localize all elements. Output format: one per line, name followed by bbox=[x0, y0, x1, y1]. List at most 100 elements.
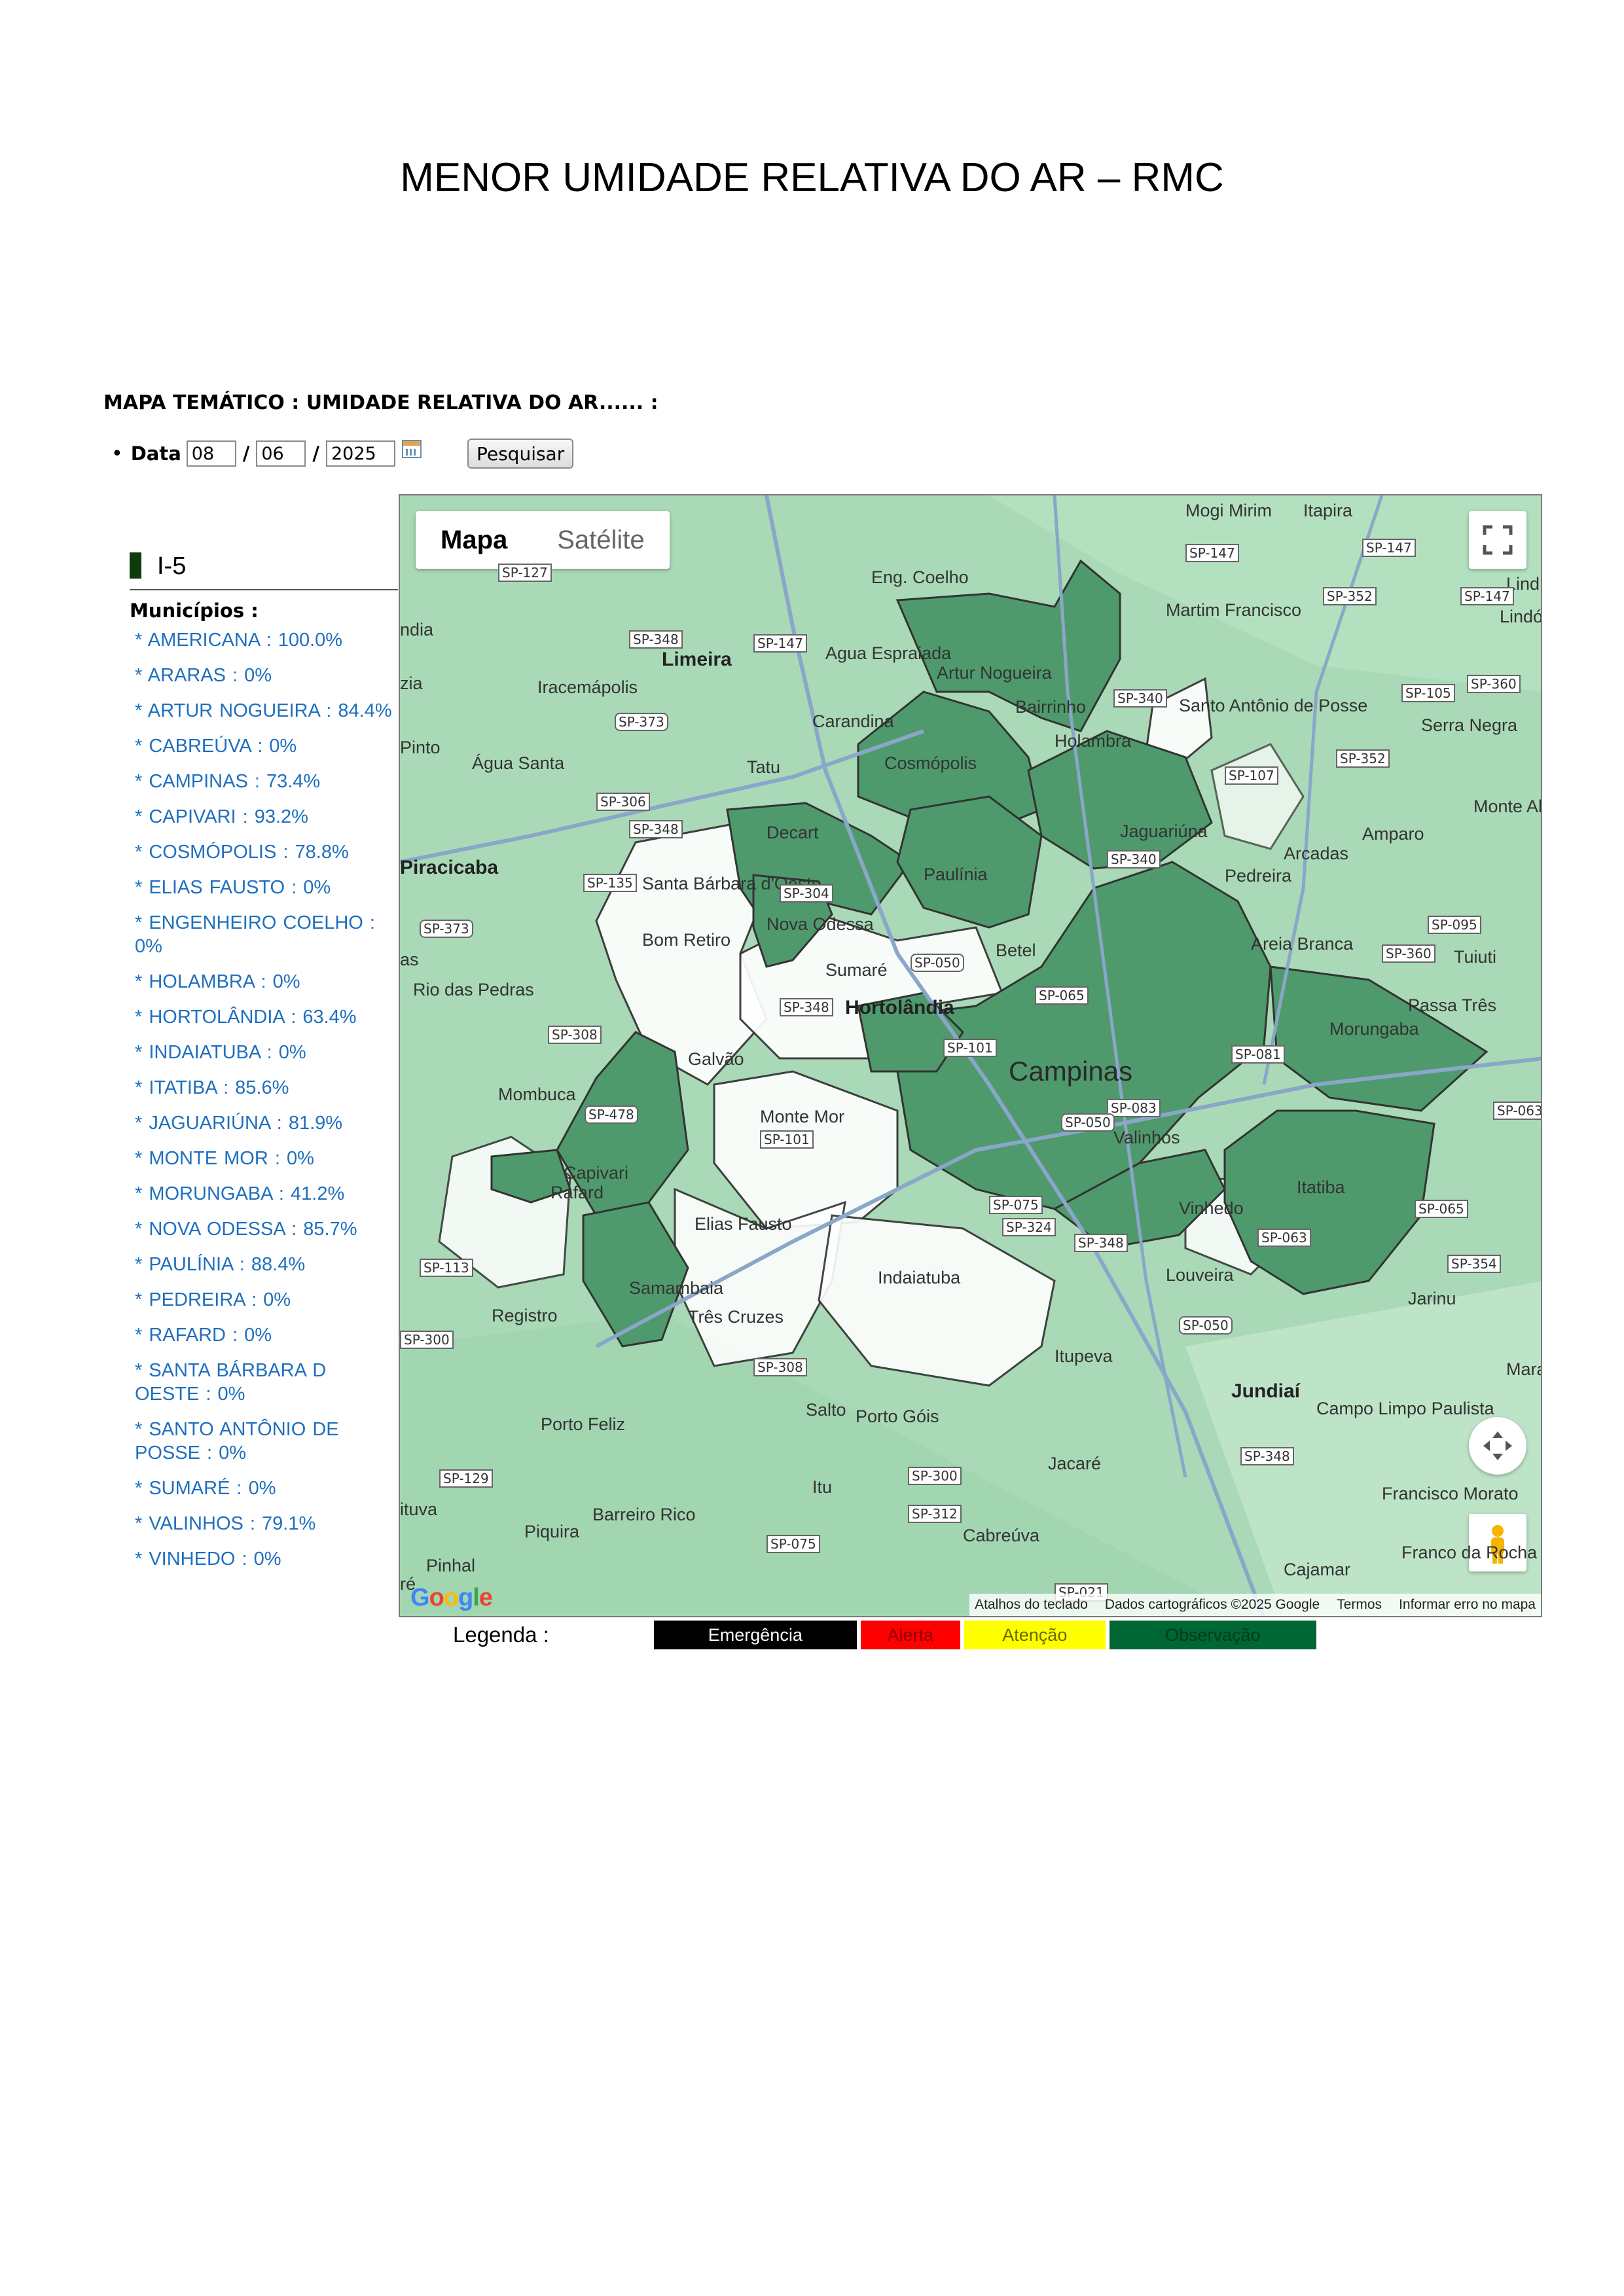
road-shield: SP-348 bbox=[1074, 1234, 1128, 1252]
map-place-label: Campinas bbox=[1009, 1056, 1133, 1086]
municipality-item[interactable]: * PEDREIRA : 0% bbox=[135, 1288, 397, 1312]
google-logo: Google bbox=[410, 1584, 493, 1611]
road-shield: SP-360 bbox=[1382, 944, 1435, 963]
road-shield: SP-300 bbox=[400, 1331, 454, 1349]
map-place-label: Monte Mor bbox=[760, 1107, 845, 1126]
indicator-swatch bbox=[130, 552, 141, 579]
municipality-item[interactable]: * ARARAS : 0% bbox=[135, 664, 397, 687]
map-place-label: Jacaré bbox=[1048, 1454, 1102, 1473]
map-place-label: Galvão bbox=[688, 1049, 744, 1069]
map-attribution: Atalhos do teclado Dados cartográficos ©… bbox=[969, 1594, 1541, 1616]
municipality-item[interactable]: * ENGENHEIRO COELHO : 0% bbox=[135, 911, 397, 958]
road-shield: SP-075 bbox=[989, 1196, 1043, 1214]
municipality-item[interactable]: * NOVA ODESSA : 85.7% bbox=[135, 1217, 397, 1241]
map-place-label: Passa Três bbox=[1408, 996, 1497, 1015]
map-place-label: Jaguariúna bbox=[1120, 821, 1208, 841]
map-place-label: Tuiuti bbox=[1454, 947, 1497, 967]
municipality-item[interactable]: * HORTOLÂNDIA : 63.4% bbox=[135, 1005, 397, 1029]
municipality-item[interactable]: * PAULÍNIA : 88.4% bbox=[135, 1253, 397, 1276]
road-shield: SP-147 bbox=[753, 634, 807, 653]
year-input[interactable] bbox=[325, 440, 395, 467]
map-place-label: Holambra bbox=[1055, 731, 1132, 751]
map-place-label: Nova Odessa bbox=[767, 914, 874, 934]
municipality-item[interactable]: * ELIAS FAUSTO : 0% bbox=[135, 876, 397, 899]
keyboard-shortcuts-link[interactable]: Atalhos do teclado bbox=[975, 1597, 1088, 1613]
road-shield: SP-354 bbox=[1447, 1255, 1501, 1273]
road-shield: SP-083 bbox=[1107, 1099, 1161, 1117]
municipality-item[interactable]: * MONTE MOR : 0% bbox=[135, 1147, 397, 1170]
road-shield: SP-063 bbox=[1493, 1102, 1541, 1120]
road-shield: SP-127 bbox=[498, 564, 552, 582]
map-place-label: Artur Nogueira bbox=[937, 663, 1052, 683]
legend-alert: Alerta bbox=[860, 1621, 960, 1649]
indicator-label: I-5 bbox=[157, 552, 187, 580]
road-shield: SP-075 bbox=[767, 1535, 820, 1553]
municipality-item[interactable]: * INDAIATUBA : 0% bbox=[135, 1041, 397, 1064]
map-place-label: Limeira bbox=[662, 649, 732, 670]
map-place-label: Jundiaí bbox=[1231, 1380, 1301, 1402]
map-place-label: Amparo bbox=[1362, 824, 1424, 844]
road-shield: SP-105 bbox=[1401, 684, 1455, 702]
map-place-label: Itu bbox=[812, 1477, 833, 1497]
municipality-item[interactable]: * RAFARD : 0% bbox=[135, 1323, 397, 1347]
document-title: MENOR UMIDADE RELATIVA DO AR – RMC bbox=[400, 155, 1224, 200]
municipality-item[interactable]: * CABREÚVA : 0% bbox=[135, 734, 397, 758]
indicator-header: I-5 bbox=[130, 550, 398, 590]
municipality-item[interactable]: * SANTO ANTÔNIO DE POSSE : 0% bbox=[135, 1418, 397, 1465]
map-place-label: Itatiba bbox=[1297, 1177, 1345, 1197]
municipality-item[interactable]: * VINHEDO : 0% bbox=[135, 1547, 397, 1571]
map-place-label: Betel bbox=[996, 941, 1036, 960]
municipality-item[interactable]: * JAGUARIÚNA : 81.9% bbox=[135, 1111, 397, 1135]
road-shield: SP-063 bbox=[1257, 1229, 1311, 1247]
map-place-label: Elias Fausto bbox=[695, 1214, 792, 1234]
map-place-label: Cosmópolis bbox=[884, 753, 977, 773]
road-shield: SP-065 bbox=[1035, 986, 1089, 1005]
map-place-label: Hortolândia bbox=[845, 997, 954, 1018]
map-place-label: ndia bbox=[400, 620, 434, 639]
calendar-icon[interactable] bbox=[401, 440, 422, 458]
map-place-label: Valinhos bbox=[1113, 1128, 1180, 1147]
search-button[interactable]: Pesquisar bbox=[467, 439, 574, 469]
map-tab[interactable]: Mapa bbox=[416, 511, 532, 569]
road-shield: SP-135 bbox=[583, 874, 637, 892]
municipality-item[interactable]: * VALINHOS : 79.1% bbox=[135, 1512, 397, 1535]
road-shield: SP-050 bbox=[1179, 1316, 1233, 1335]
municipality-item[interactable]: * CAMPINAS : 73.4% bbox=[135, 770, 397, 793]
road-shield: SP-065 bbox=[1415, 1200, 1468, 1218]
report-error-link[interactable]: Informar erro no mapa bbox=[1399, 1597, 1536, 1613]
map-place-label: Salto bbox=[806, 1400, 846, 1420]
map-place-label: ituva bbox=[400, 1499, 438, 1519]
map-view[interactable]: Mapa Satélite Mogi Mirim Itapira Eng. Co… bbox=[399, 494, 1542, 1617]
camera-control-icon[interactable] bbox=[1469, 1417, 1526, 1475]
municipality-item[interactable]: * SUMARÉ : 0% bbox=[135, 1477, 397, 1500]
municipality-item[interactable]: * COSMÓPOLIS : 78.8% bbox=[135, 840, 397, 864]
satellite-tab[interactable]: Satélite bbox=[532, 511, 669, 569]
fullscreen-icon[interactable] bbox=[1469, 511, 1526, 569]
map-place-label: Carandina bbox=[812, 711, 894, 731]
road-shield: SP-348 bbox=[629, 630, 683, 649]
municipality-item[interactable]: * MORUNGABA : 41.2% bbox=[135, 1182, 397, 1206]
road-shield: SP-113 bbox=[420, 1259, 473, 1277]
terms-link[interactable]: Termos bbox=[1337, 1597, 1382, 1613]
map-place-label: Barreiro Rico bbox=[592, 1505, 696, 1524]
panel-title: MAPA TEMÁTICO : UMIDADE RELATIVA DO AR..… bbox=[103, 391, 659, 414]
date-separator: / bbox=[242, 442, 250, 465]
municipality-item[interactable]: * ARTUR NOGUEIRA : 84.4% bbox=[135, 699, 397, 723]
map-place-label: Francisco Morato bbox=[1382, 1484, 1519, 1503]
map-place-label: Pinto bbox=[400, 738, 441, 757]
municipality-item[interactable]: * ITATIBA : 85.6% bbox=[135, 1076, 397, 1100]
map-place-label: Pinhal bbox=[426, 1556, 476, 1575]
municipality-item[interactable]: * HOLAMBRA : 0% bbox=[135, 970, 397, 994]
month-input[interactable] bbox=[256, 440, 306, 467]
road-shield: SP-348 bbox=[780, 998, 833, 1016]
map-place-label: Cabreúva bbox=[963, 1526, 1040, 1545]
map-place-label: Areia Branca bbox=[1251, 934, 1354, 954]
municipality-item[interactable]: * AMERICANA : 100.0% bbox=[135, 628, 397, 652]
map-data-credit: Dados cartográficos ©2025 Google bbox=[1104, 1597, 1320, 1612]
municipality-item[interactable]: * CAPIVARI : 93.2% bbox=[135, 805, 397, 829]
municipality-item[interactable]: * SANTA BÁRBARA D OESTE : 0% bbox=[135, 1359, 397, 1406]
road-shield: SP-050 bbox=[911, 954, 964, 972]
municipalities-title: Municípios : bbox=[130, 600, 259, 622]
day-input[interactable] bbox=[186, 440, 236, 467]
map-place-label: Pedreira bbox=[1225, 866, 1292, 886]
